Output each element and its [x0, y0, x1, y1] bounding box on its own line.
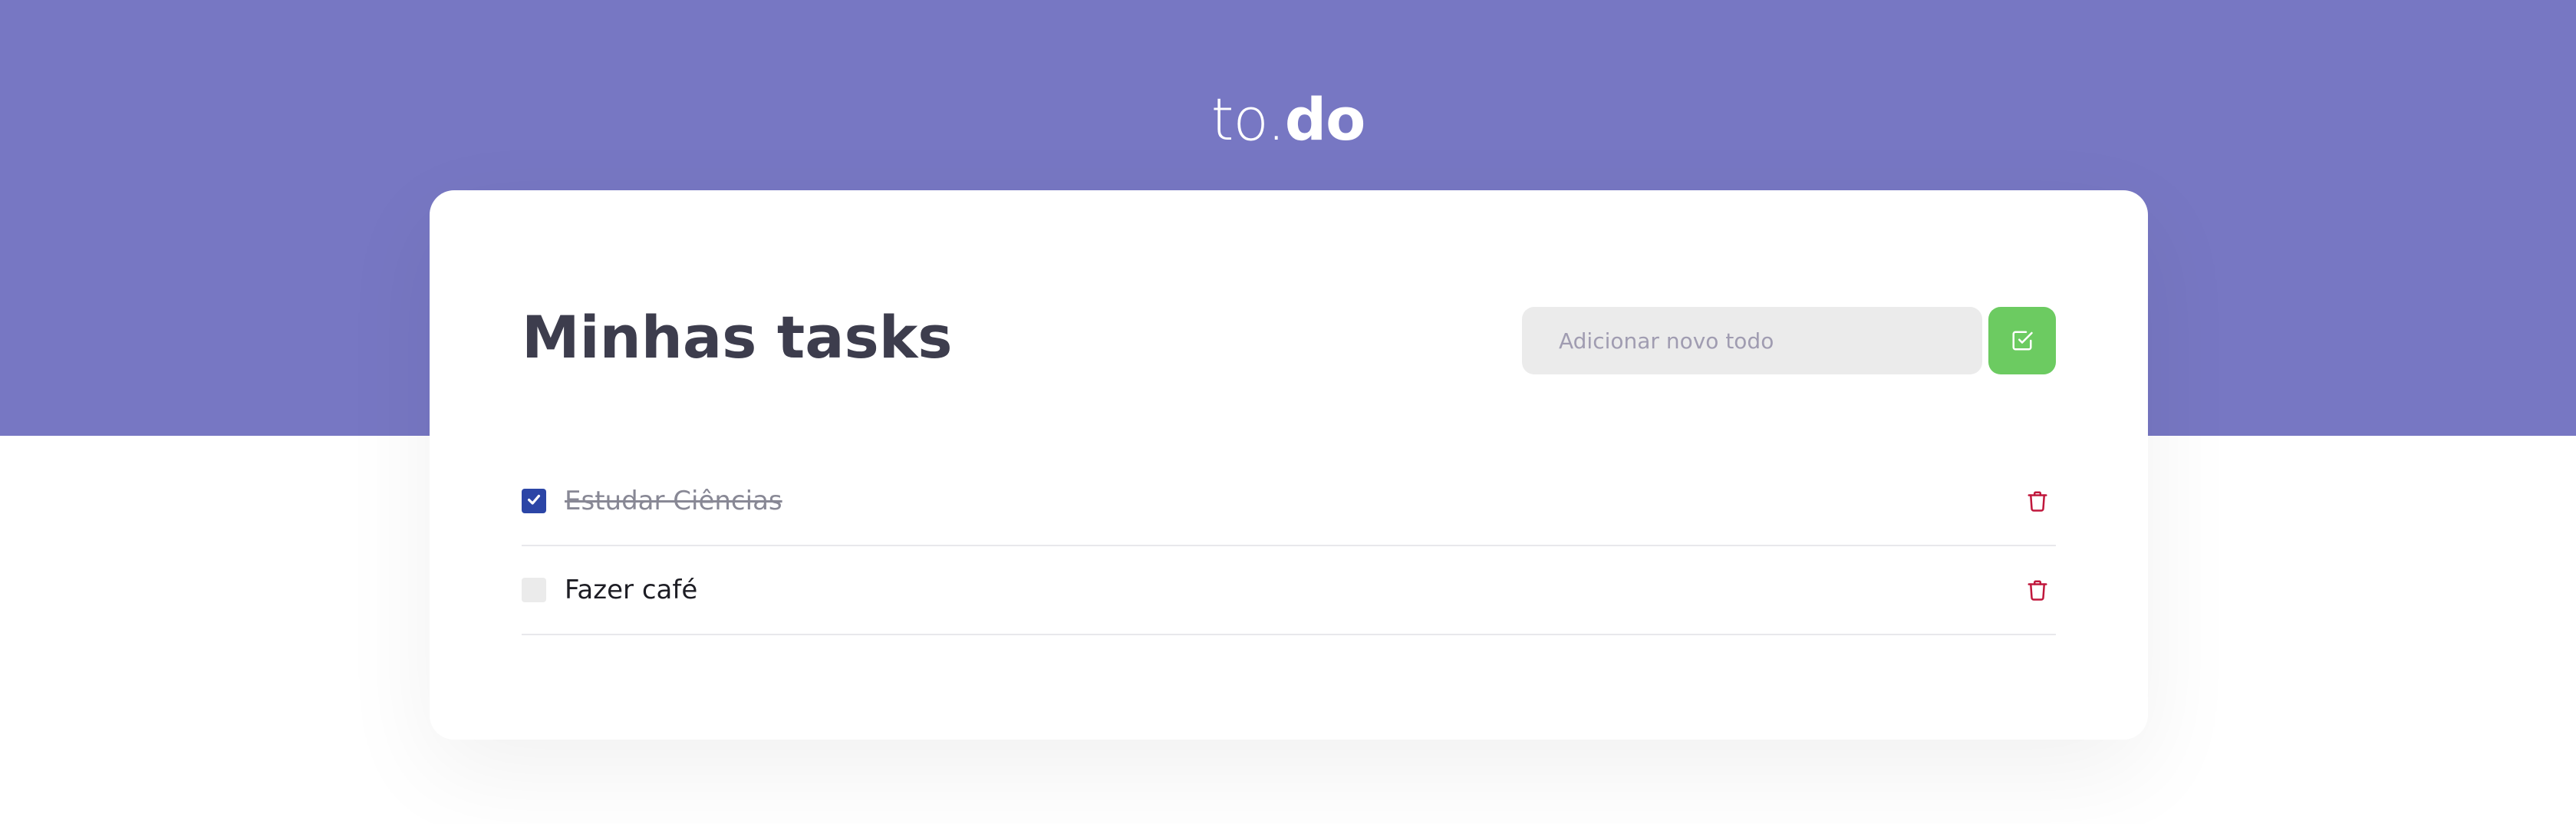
check-icon: [525, 491, 542, 511]
new-todo-input[interactable]: [1522, 307, 1982, 374]
task-checkbox[interactable]: [522, 489, 546, 513]
logo-light-text: to.: [1211, 85, 1286, 153]
trash-icon: [2026, 489, 2049, 513]
task-title: Estudar Ciências: [565, 486, 782, 516]
logo-bold-text: do: [1284, 85, 1366, 153]
task-item: Fazer café: [522, 546, 2056, 635]
task-list: Estudar Ciências Fazer café: [522, 457, 2056, 635]
delete-task-button[interactable]: [2019, 483, 2056, 519]
task-title: Fazer café: [565, 575, 698, 605]
task-item: Estudar Ciências: [522, 457, 2056, 546]
app-logo: to.do: [0, 83, 2576, 157]
task-item-left: Estudar Ciências: [522, 484, 782, 518]
delete-task-button[interactable]: [2019, 572, 2056, 608]
task-item-left: Fazer café: [522, 573, 697, 607]
check-square-icon: [2011, 329, 2034, 352]
tasks-card: Minhas tasks Estudar Ciências: [430, 190, 2148, 740]
task-checkbox[interactable]: [522, 578, 546, 602]
trash-icon: [2026, 578, 2049, 602]
page-title: Minhas tasks: [522, 303, 953, 371]
add-todo-button[interactable]: [1988, 307, 2056, 374]
